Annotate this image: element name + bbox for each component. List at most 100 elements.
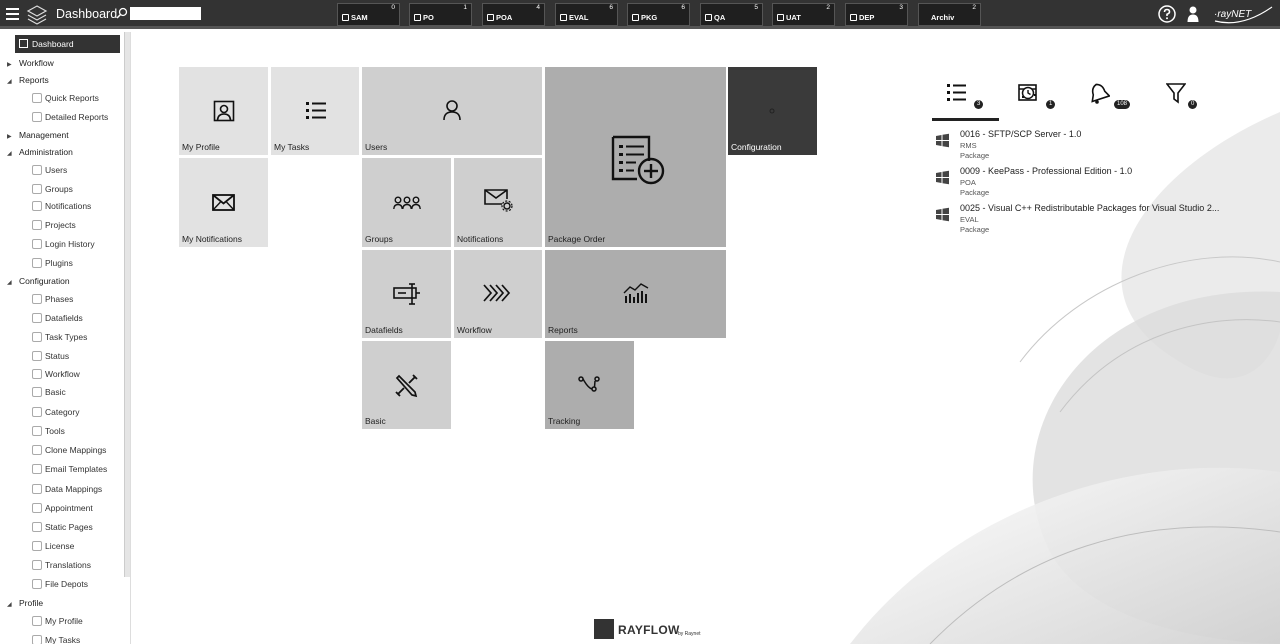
search-input[interactable] <box>130 7 201 20</box>
phase-count: 2 <box>826 4 830 11</box>
raynet-logo: ·rayNET <box>1214 6 1273 24</box>
collapse-arrow-icon: ◢ <box>7 280 12 286</box>
windows-package-icon <box>936 133 949 148</box>
tab-tasks[interactable]: 3 <box>946 79 984 109</box>
dashboard-icon <box>19 39 28 48</box>
phase-button-archiv[interactable]: Archiv 2 <box>918 3 981 26</box>
tasks-icon <box>32 635 42 644</box>
plugin-icon <box>32 258 42 268</box>
tile-groups[interactable]: Groups <box>362 158 451 247</box>
profile-icon <box>32 616 42 626</box>
tile-basic[interactable]: Basic <box>362 341 451 429</box>
tile-my-notifications[interactable]: My Notifications <box>179 158 268 247</box>
phase-count: 1 <box>463 4 467 11</box>
app-title: Dashboard <box>56 7 118 21</box>
phase-button-po[interactable]: PO 1 <box>409 3 472 26</box>
workflow-arrows-icon <box>483 284 511 302</box>
tile-my-tasks[interactable]: My Tasks <box>271 67 359 155</box>
phase-dep-icon <box>850 14 857 21</box>
detailed-reports-icon <box>32 112 42 122</box>
tile-configuration[interactable]: Configuration <box>728 67 817 155</box>
search-icon[interactable] <box>116 7 128 19</box>
active-tab-indicator <box>932 118 999 121</box>
tab-notifications[interactable]: 108 <box>1088 79 1131 109</box>
login-history-icon <box>32 239 42 249</box>
phase-button-sam[interactable]: SAM 0 <box>337 3 400 26</box>
phases-icon <box>32 294 42 304</box>
calendar-clock-icon <box>1018 84 1037 101</box>
collapse-arrow-icon: ◢ <box>7 151 12 157</box>
svg-text:·rayNET: ·rayNET <box>1214 9 1252 20</box>
datafields-icon <box>393 283 420 305</box>
wrench-icon <box>32 387 42 397</box>
envelope-gear-icon <box>484 189 513 212</box>
tab-filters[interactable]: 0 <box>1166 79 1198 109</box>
tab-badge: 108 <box>1114 100 1131 109</box>
phase-count: 6 <box>609 4 613 11</box>
tile-workflow[interactable]: Workflow <box>454 250 542 338</box>
tile-users[interactable]: Users <box>362 67 542 155</box>
phase-button-poa[interactable]: POA 4 <box>482 3 545 26</box>
tile-datafields[interactable]: Datafields <box>362 250 451 338</box>
windows-package-icon <box>936 207 949 222</box>
phase-button-qa[interactable]: QA 5 <box>700 3 763 26</box>
tab-appointments[interactable]: 1 <box>1018 79 1056 109</box>
bell-icon <box>1091 83 1110 104</box>
package-order-icon <box>611 135 665 185</box>
user-account-icon[interactable] <box>1187 5 1199 23</box>
folder-icon <box>32 579 42 589</box>
groups-icon <box>393 196 421 210</box>
category-icon <box>32 407 42 417</box>
task-list-icon <box>947 84 966 101</box>
background-swirl <box>850 112 1280 644</box>
collapse-arrow-icon: ◢ <box>7 79 12 85</box>
windows-package-icon <box>936 170 949 185</box>
filter-icon <box>1166 83 1186 104</box>
tile-notifications[interactable]: Notifications <box>454 158 542 247</box>
hamburger-menu-icon[interactable] <box>6 8 19 20</box>
sidebar-scrollbar[interactable] <box>124 32 130 577</box>
quick-reports-icon <box>32 93 42 103</box>
tile-package-order[interactable]: Package Order <box>545 67 726 247</box>
phase-count: 4 <box>536 4 540 11</box>
phase-count: 3 <box>899 4 903 11</box>
phase-qa-icon <box>705 14 712 21</box>
projects-icon <box>32 220 42 230</box>
status-icon <box>32 351 42 361</box>
phase-poa-icon <box>487 14 494 21</box>
chart-icon <box>623 283 649 303</box>
user-icon <box>32 165 42 175</box>
key-icon <box>32 541 42 551</box>
envelope-icon <box>212 194 235 211</box>
phase-button-uat[interactable]: UAT 2 <box>772 3 835 26</box>
phase-eval-icon <box>560 14 567 21</box>
rayflow-footer-logo: RAYFLOW by Raynet <box>594 618 704 640</box>
tools-icon <box>32 426 42 436</box>
tile-my-profile[interactable]: My Profile <box>179 67 268 155</box>
task-list-icon <box>306 102 326 119</box>
expand-arrow-icon: ▶ <box>7 134 12 140</box>
phase-count: 5 <box>754 4 758 11</box>
sidebar: Dashboard ▶ Workflow ◢ Reports Quick Repor… <box>0 32 131 644</box>
phase-button-eval[interactable]: EVAL 6 <box>555 3 618 26</box>
tools-icon <box>395 374 418 398</box>
tile-reports[interactable]: Reports <box>545 250 726 338</box>
app-logo-icon[interactable] <box>26 4 48 26</box>
phase-button-dep[interactable]: DEP 3 <box>845 3 908 26</box>
phase-po-icon <box>414 14 421 21</box>
phase-count: 0 <box>391 4 395 11</box>
tile-tracking[interactable]: Tracking <box>545 341 634 429</box>
calendar-icon <box>32 503 42 513</box>
sidebar-item-dashboard[interactable]: Dashboard <box>15 35 120 53</box>
top-bar: Dashboard SAM 0 PO 1 POA 4 EVAL 6 PKG 6 QA 5 U… <box>0 0 1280 29</box>
user-icon <box>443 100 461 121</box>
phase-button-pkg[interactable]: PKG 6 <box>627 3 690 26</box>
envelope-icon <box>32 201 42 211</box>
phase-pkg-icon <box>632 14 639 21</box>
collapse-arrow-icon: ◢ <box>7 602 12 608</box>
help-icon[interactable] <box>1158 5 1176 23</box>
phase-count: 2 <box>972 4 976 11</box>
data-mappings-icon <box>32 484 42 494</box>
gear-icon <box>769 108 775 114</box>
translations-icon <box>32 560 42 570</box>
